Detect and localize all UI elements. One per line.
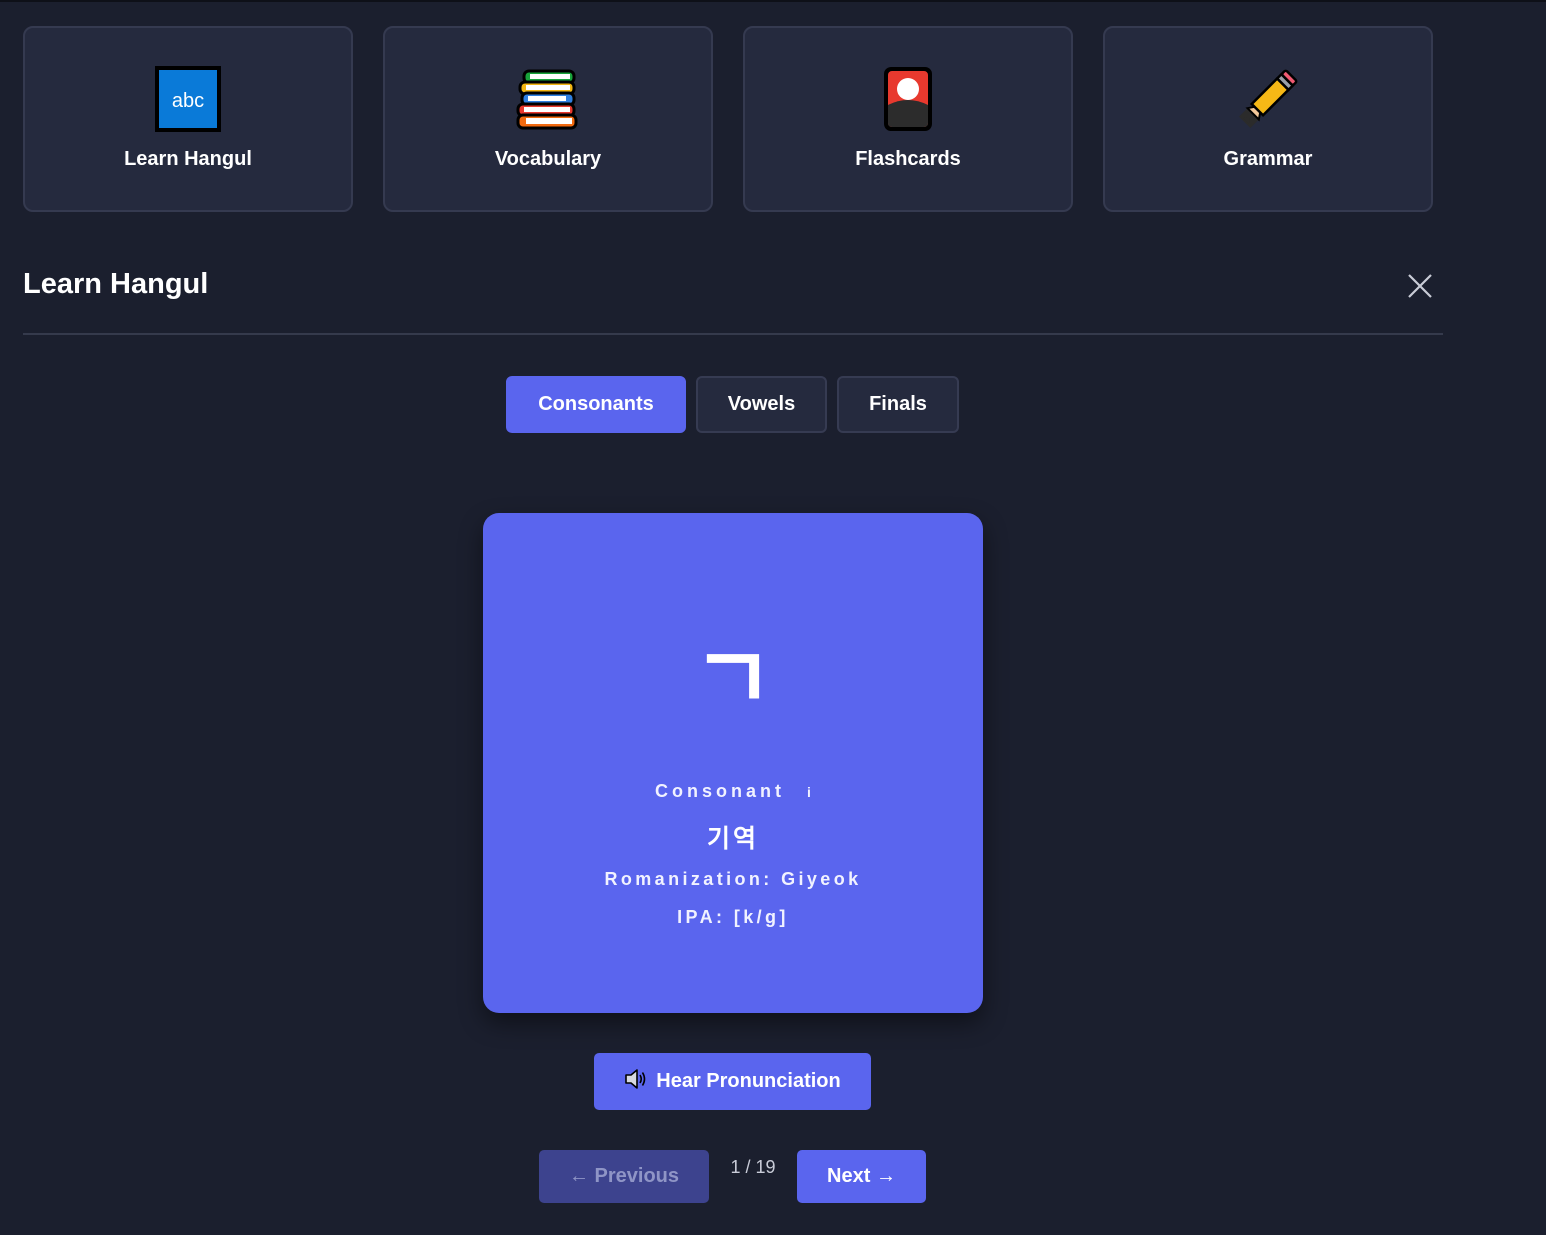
section-divider (23, 333, 1443, 335)
tab-vowels[interactable]: Vowels (696, 376, 827, 433)
module-card-flashcards[interactable]: Flashcards (743, 26, 1073, 212)
module-label: Grammar (1223, 148, 1313, 170)
close-icon[interactable] (1404, 270, 1436, 302)
module-label: Learn Hangul (124, 148, 252, 170)
tab-finals[interactable]: Finals (837, 376, 959, 433)
tab-consonants[interactable]: Consonants (506, 376, 686, 433)
books-icon (513, 64, 583, 134)
hangul-tabs: Consonants Vowels Finals (506, 376, 959, 433)
letter-name: 기역 (706, 825, 759, 853)
next-button[interactable]: Next → (797, 1150, 926, 1203)
speaker-icon (624, 1068, 648, 1096)
romanization: Romanization: Giyeok (604, 869, 862, 889)
page: abc Learn Hangul Vocabulary Flashcards G… (0, 0, 1546, 1235)
hear-pronunciation-button[interactable]: Hear Pronunciation (594, 1053, 871, 1110)
svg-text:abc: abc (172, 90, 204, 112)
module-card-learn-hangul[interactable]: abc Learn Hangul (23, 26, 353, 212)
page-indicator: 1 / 19 (730, 1157, 776, 1177)
section-title: Learn Hangul (23, 268, 209, 300)
abc-icon: abc (153, 64, 223, 134)
info-icon[interactable]: i (807, 784, 811, 800)
module-label: Vocabulary (494, 148, 602, 170)
hear-pronunciation-label: Hear Pronunciation (656, 1070, 841, 1092)
letter-type: Consonant (655, 781, 786, 801)
module-card-vocabulary[interactable]: Vocabulary (383, 26, 713, 212)
ipa: IPA: [k/g] (677, 907, 789, 927)
previous-button[interactable]: ← Previous (539, 1150, 709, 1203)
module-card-grammar[interactable]: Grammar (1103, 26, 1433, 212)
pencil-icon (1233, 64, 1303, 134)
flashcard-icon (873, 64, 943, 134)
module-grid: abc Learn Hangul Vocabulary Flashcards G… (23, 26, 1443, 212)
letter-type-row: Consonant i (483, 781, 983, 802)
hangul-flashcard[interactable]: ㄱ Consonant i 기역 Romanization: Giyeok IPA… (483, 513, 983, 1013)
module-label: Flashcards (855, 148, 961, 170)
hangul-character: ㄱ (692, 629, 774, 728)
